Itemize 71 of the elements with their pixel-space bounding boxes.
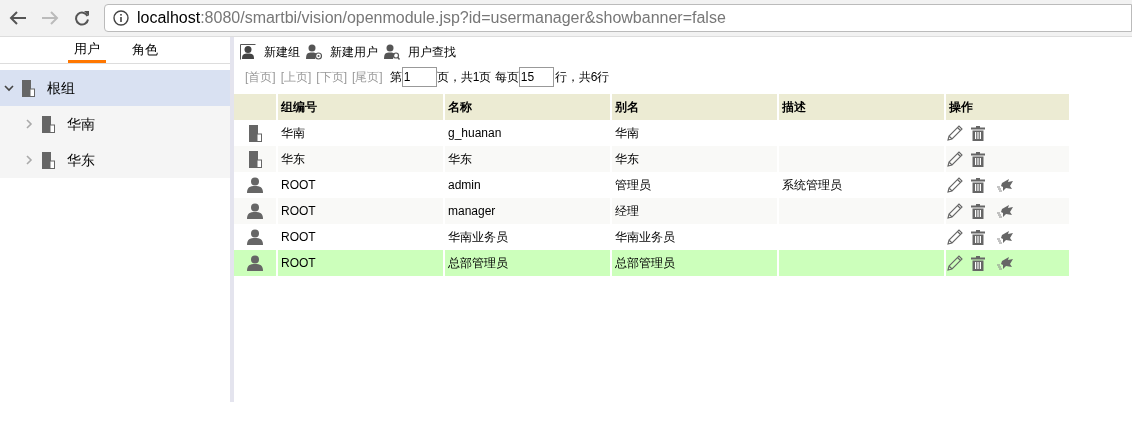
table-cell-text: 华南业务员 — [615, 229, 675, 246]
edit-icon[interactable] — [947, 255, 963, 271]
tree-item[interactable]: 华南 — [0, 106, 230, 142]
sidebar-tab[interactable]: 用户 — [68, 37, 106, 63]
user-add-icon — [306, 44, 322, 60]
page-input[interactable]: 1 — [401, 67, 437, 87]
delete-icon[interactable] — [971, 125, 985, 141]
assign-icon[interactable] — [997, 204, 1013, 218]
group-icon — [248, 150, 262, 168]
table-cell-text: 管理员 — [615, 177, 651, 194]
tree-item[interactable]: 根组 — [0, 70, 230, 106]
assign-icon[interactable] — [997, 256, 1013, 270]
table-row[interactable]: ROOT 总部管理员 总部管理员 — [234, 250, 1069, 276]
delete-icon[interactable] — [971, 203, 985, 219]
pager-text: 页，共1页 每页 — [436, 69, 519, 86]
edit-icon[interactable] — [947, 151, 963, 167]
toolbar-button[interactable]: 新建用户 — [330, 43, 378, 61]
group-icon — [248, 124, 262, 142]
table-cell-text: 华东 — [615, 151, 639, 168]
user-frame-icon — [240, 44, 256, 60]
table-cell-text: g_huanan — [448, 125, 502, 142]
edit-icon[interactable] — [947, 229, 963, 245]
table-cell-text: 华南 — [281, 125, 305, 142]
user-icon — [247, 203, 263, 219]
tree-label: 华南 — [67, 114, 95, 134]
page-size-input[interactable]: 15 — [518, 67, 554, 87]
pager-text: 行，共6行 — [554, 69, 610, 86]
table-cell-text: 总部管理员 — [615, 255, 675, 272]
user-icon — [247, 255, 263, 271]
table-cell-text: ROOT — [281, 203, 316, 220]
edit-icon[interactable] — [947, 177, 963, 193]
user-icon — [247, 229, 263, 245]
pager-text: 第 — [389, 69, 402, 86]
user-search-icon — [384, 44, 400, 60]
table-cell-text: 华东 — [448, 151, 472, 168]
chevron-down-icon[interactable] — [4, 83, 14, 93]
tree-label: 华东 — [67, 150, 95, 170]
table-cell-text: 系统管理员 — [782, 177, 842, 194]
delete-icon[interactable] — [971, 177, 985, 193]
edit-icon[interactable] — [947, 125, 963, 141]
delete-icon[interactable] — [971, 229, 985, 245]
reload-button[interactable] — [72, 8, 92, 28]
group-icon — [42, 115, 55, 133]
toolbar-button[interactable]: 新建组 — [264, 43, 300, 61]
table-cell-text: 总部管理员 — [448, 255, 508, 272]
table-cell-text: 华南业务员 — [448, 229, 508, 246]
table-cell-text: ROOT — [281, 229, 316, 246]
table-cell-text: ROOT — [281, 177, 316, 194]
edit-icon[interactable] — [947, 203, 963, 219]
table-cell-text: manager — [448, 203, 496, 220]
table-row[interactable]: 华东 华东 华东 — [234, 146, 1069, 172]
table-cell-text: 经理 — [615, 203, 639, 220]
table-cell-text: admin — [448, 177, 481, 194]
delete-icon[interactable] — [971, 255, 985, 271]
delete-icon[interactable] — [971, 151, 985, 167]
table-row[interactable]: ROOT manager 经理 — [234, 198, 1069, 224]
group-icon — [42, 151, 55, 169]
group-icon — [22, 79, 35, 97]
toolbar-button[interactable]: 用户查找 — [408, 43, 456, 61]
table-cell-text: 华东 — [281, 151, 305, 168]
user-icon — [247, 177, 263, 193]
address-bar[interactable]: localhost:8080/smartbi/vision/openmodule.jsp?id=usermanager&showbanner=false — [104, 4, 1132, 32]
url-text: localhost:8080/smartbi/vision/openmodule.jsp?id=usermanager&showbanner=false — [137, 8, 726, 28]
info-icon[interactable] — [113, 10, 129, 26]
assign-icon[interactable] — [997, 178, 1013, 192]
table-cell-text: 华南 — [615, 125, 639, 142]
tree-item[interactable]: 华东 — [0, 142, 230, 178]
tree-label: 根组 — [47, 78, 75, 98]
sidebar-tab[interactable]: 角色 — [126, 37, 164, 63]
table-cell-text: ROOT — [281, 255, 316, 272]
assign-icon[interactable] — [997, 230, 1013, 244]
